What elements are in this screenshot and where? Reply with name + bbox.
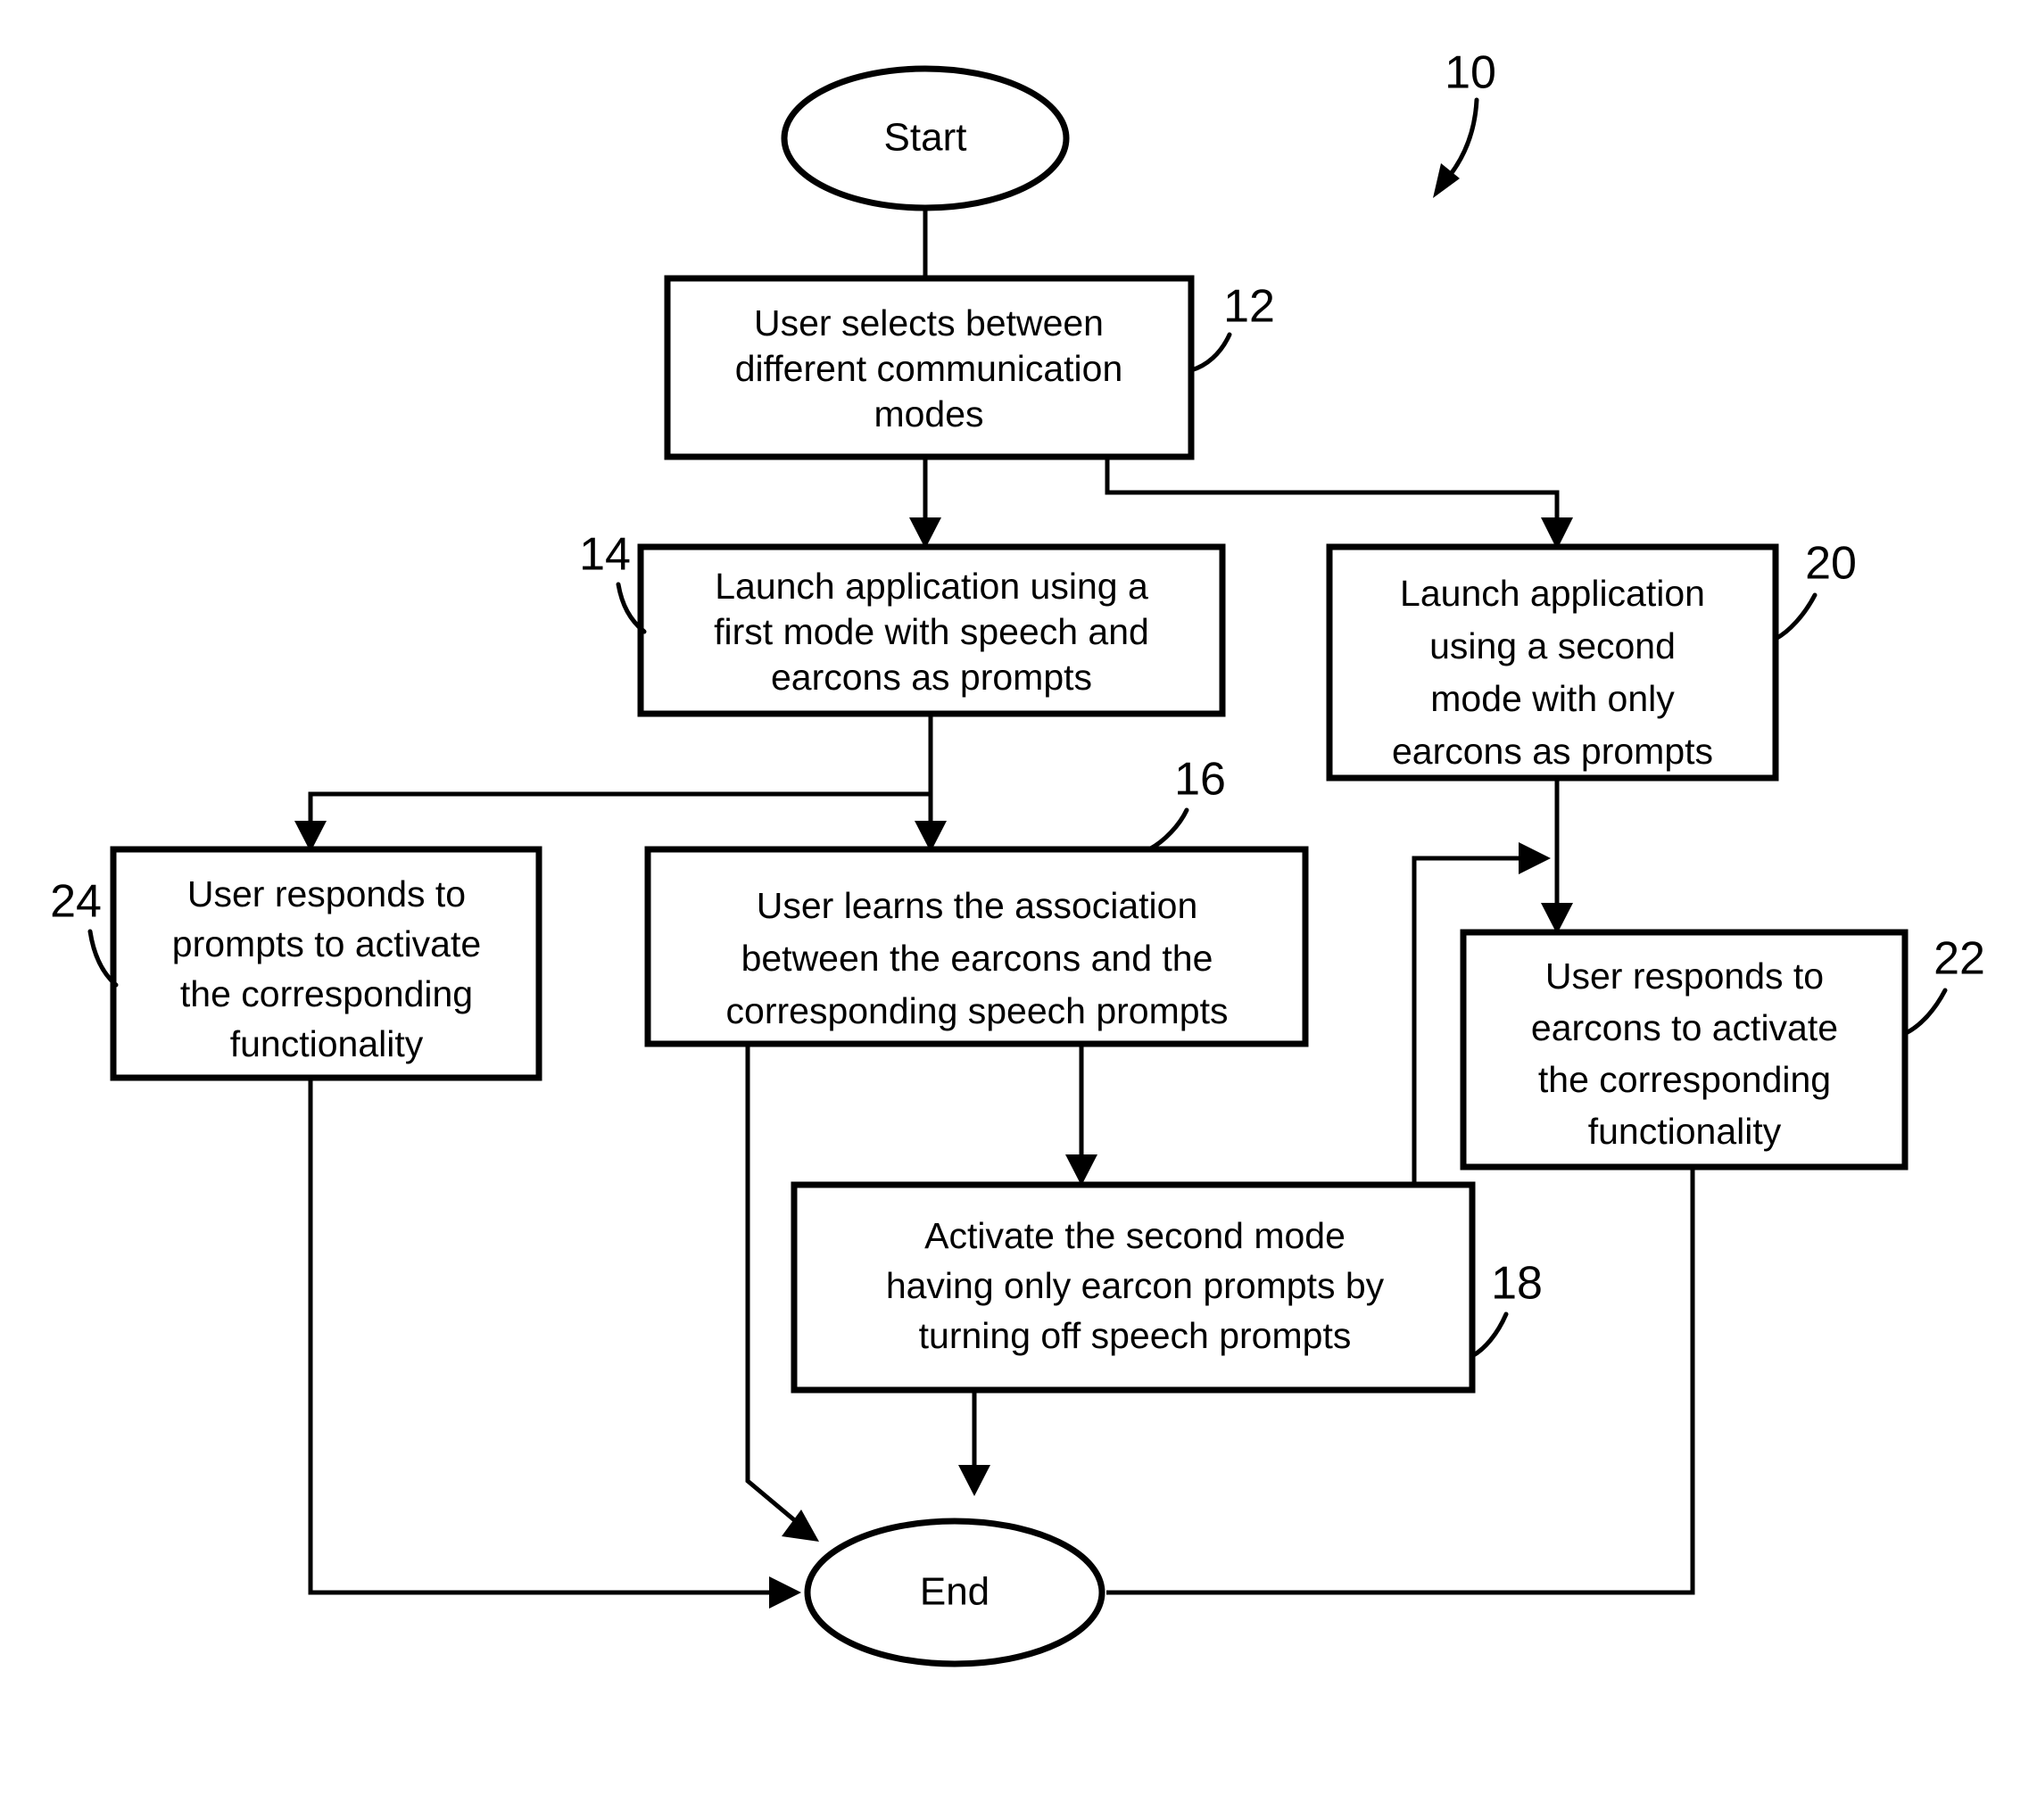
- svg-text:User responds to: User responds to: [187, 873, 466, 914]
- node-step-24-label: User responds to prompts to activate the…: [172, 873, 481, 1064]
- svg-text:turning off speech prompts: turning off speech prompts: [919, 1315, 1352, 1356]
- node-step-16-label: User learns the association between the …: [726, 885, 1229, 1031]
- svg-text:Activate the second mode: Activate the second mode: [924, 1215, 1346, 1256]
- svg-text:mode with only: mode with only: [1430, 678, 1675, 719]
- svg-text:first mode with speech and: first mode with speech and: [714, 611, 1149, 652]
- figure-canvas: Start End User selects between different…: [0, 0, 2037, 1820]
- ref-numeral-24: 24: [50, 876, 102, 928]
- svg-text:functionality: functionality: [230, 1023, 424, 1064]
- ref-numeral-14: 14: [579, 529, 631, 581]
- ref-numeral-22: 22: [1933, 933, 1985, 985]
- svg-text:User selects between: User selects between: [754, 302, 1104, 343]
- node-step-12-label: User selects between different communica…: [735, 302, 1123, 434]
- svg-text:Launch application using a: Launch application using a: [715, 566, 1148, 607]
- svg-text:modes: modes: [874, 393, 983, 434]
- svg-text:Launch application: Launch application: [1400, 573, 1705, 614]
- flowchart-labels: Start End User selects between different…: [50, 47, 1985, 1614]
- svg-text:the corresponding: the corresponding: [1538, 1059, 1831, 1100]
- node-step-20-label: Launch application using a second mode w…: [1392, 573, 1713, 772]
- svg-text:functionality: functionality: [1588, 1111, 1782, 1152]
- svg-text:the corresponding: the corresponding: [180, 973, 473, 1014]
- svg-text:different communication: different communication: [735, 348, 1123, 389]
- svg-text:using a second: using a second: [1429, 625, 1676, 666]
- svg-text:prompts to activate: prompts to activate: [172, 923, 481, 964]
- svg-text:earcons to activate: earcons to activate: [1531, 1007, 1838, 1048]
- node-end-label: End: [920, 1570, 990, 1614]
- node-start-label: Start: [884, 116, 967, 160]
- svg-text:User learns the association: User learns the association: [757, 885, 1198, 926]
- node-step-14-label: Launch application using a first mode wi…: [714, 566, 1149, 698]
- svg-text:between the earcons and the: between the earcons and the: [741, 938, 1213, 979]
- svg-text:earcons as prompts: earcons as prompts: [771, 657, 1092, 698]
- svg-text:corresponding speech prompts: corresponding speech prompts: [726, 990, 1229, 1031]
- ref-numeral-10: 10: [1445, 47, 1496, 99]
- svg-text:having only earcon prompts by: having only earcon prompts by: [886, 1265, 1385, 1306]
- ref-numeral-16: 16: [1174, 754, 1226, 806]
- ref-numeral-12: 12: [1223, 281, 1275, 333]
- node-step-18-label: Activate the second mode having only ear…: [886, 1215, 1385, 1356]
- svg-text:User responds to: User responds to: [1545, 956, 1824, 997]
- node-step-22-label: User responds to earcons to activate the…: [1531, 956, 1838, 1152]
- ref-numeral-20: 20: [1805, 538, 1857, 590]
- svg-text:earcons as prompts: earcons as prompts: [1392, 731, 1713, 772]
- ref-numeral-18: 18: [1491, 1258, 1543, 1310]
